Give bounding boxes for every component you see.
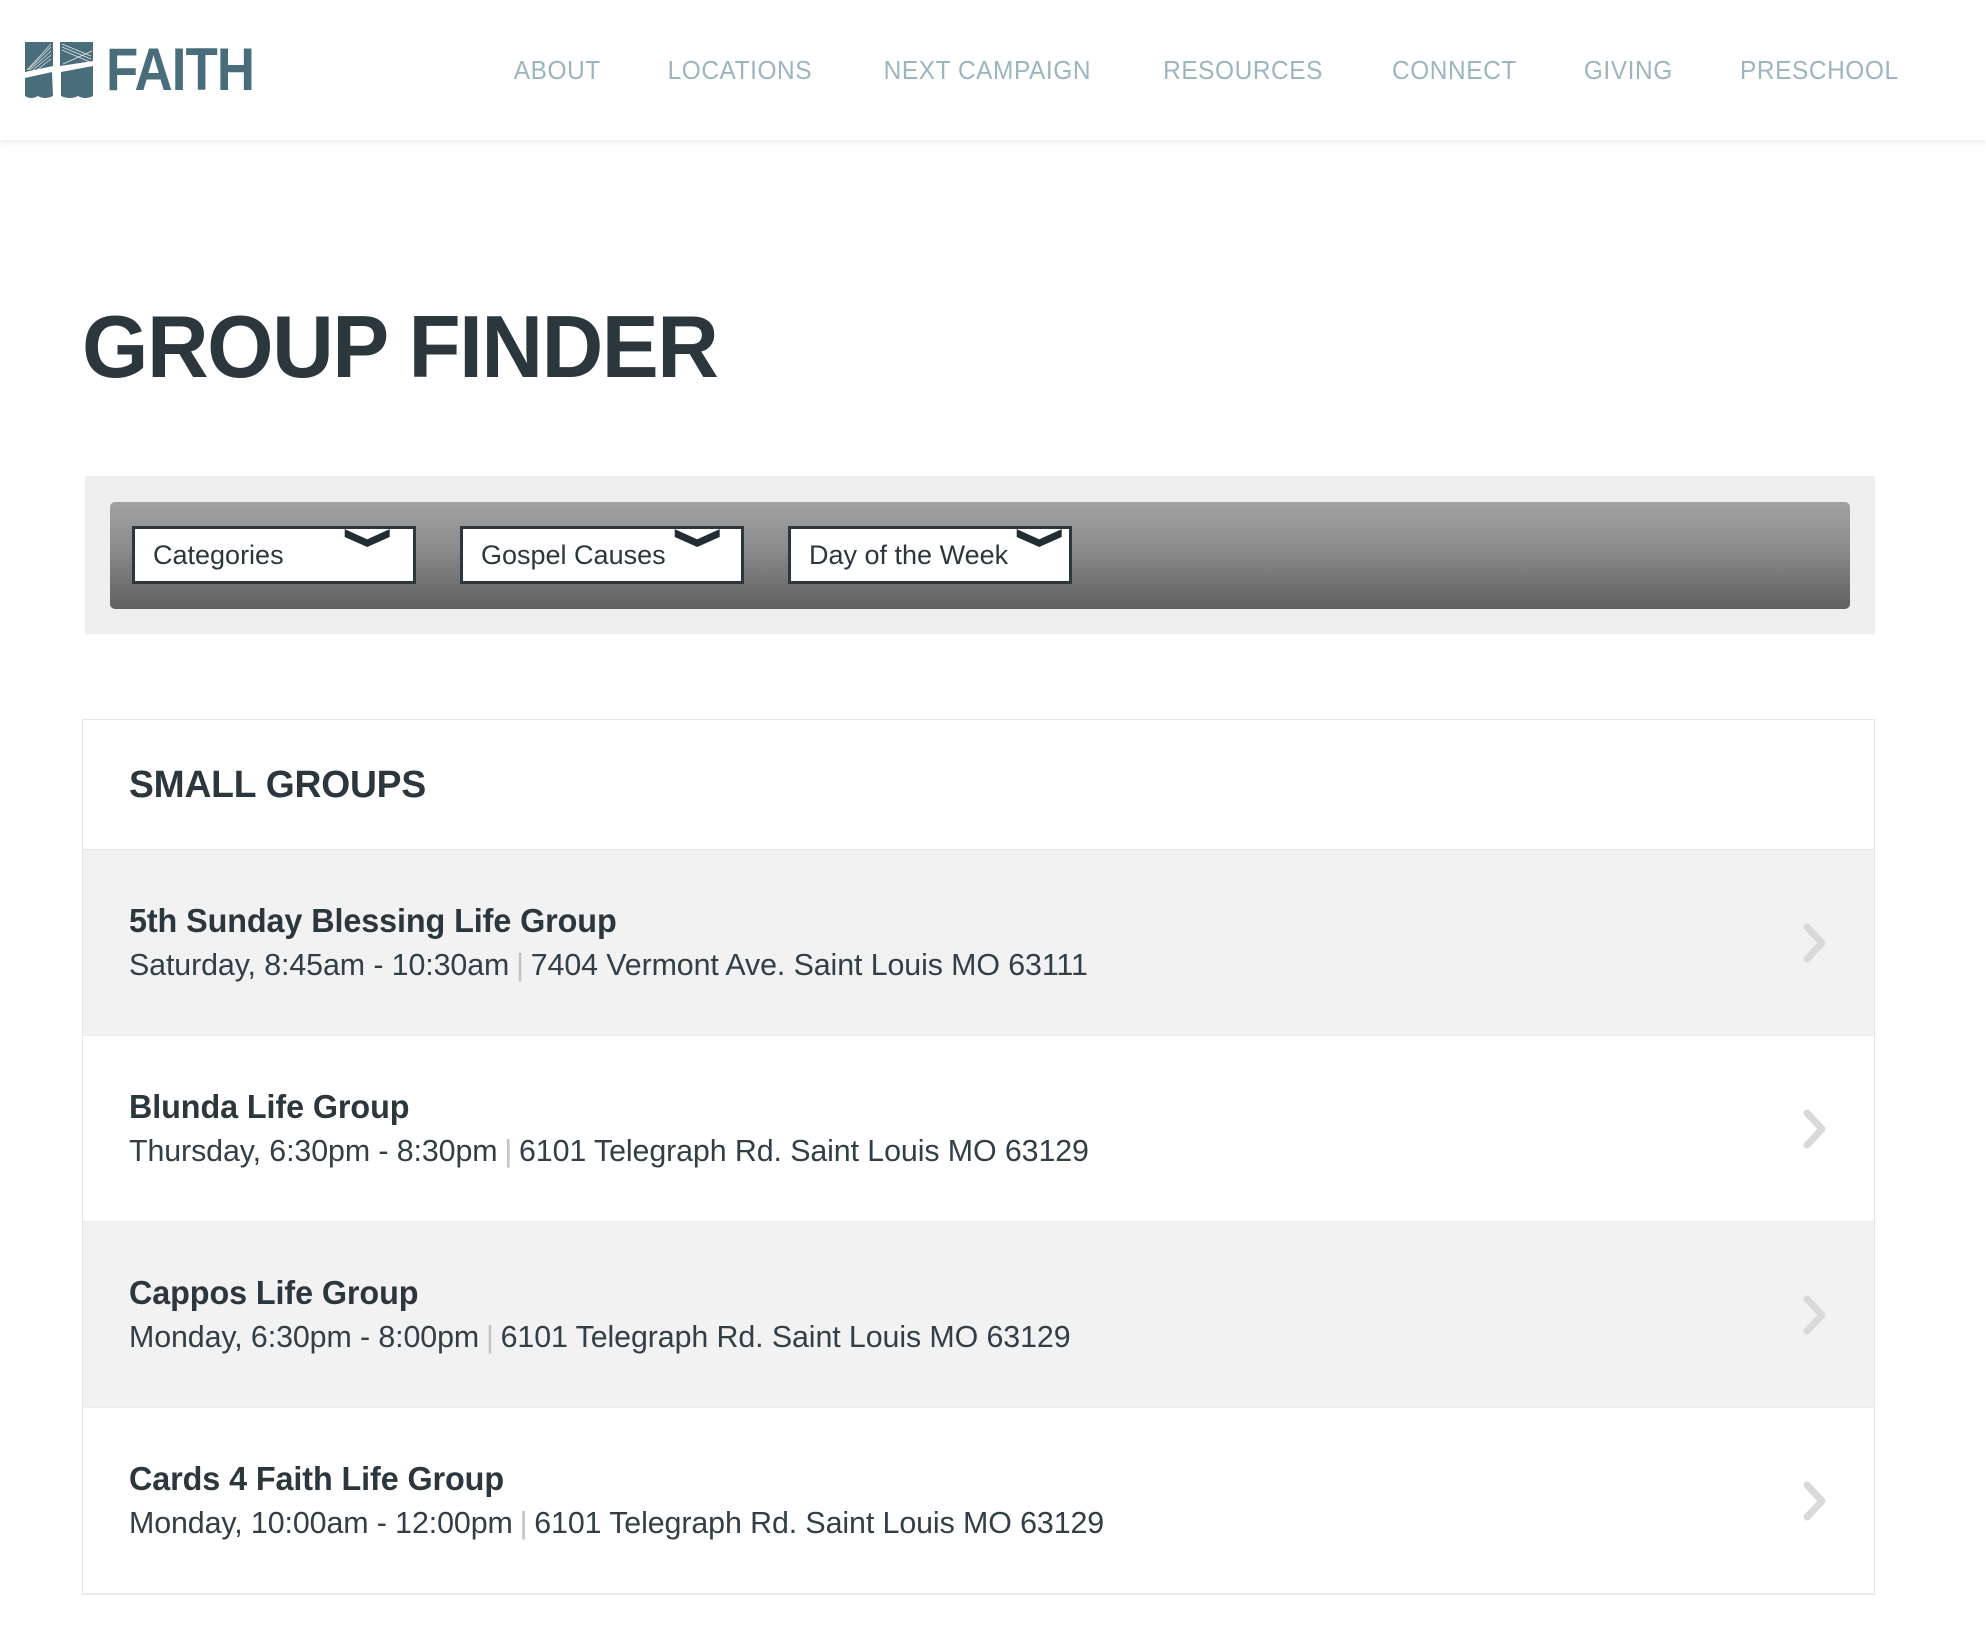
main-navigation: ABOUT LOCATIONS NEXT CAMPAIGN RESOURCES … [481,47,1934,94]
nav-link-giving[interactable]: GIVING [1555,47,1700,94]
table-row[interactable]: Blunda Life Group Thursday, 6:30pm - 8:3… [83,1036,1874,1222]
group-schedule: Saturday, 8:45am - 10:30am [129,947,510,983]
nav-link-next-campaign[interactable]: NEXT CAMPAIGN [856,47,1120,94]
group-address: 7404 Vermont Ave. Saint Louis MO 63111 [530,947,1088,983]
filter-panel: Categories ❮ Gospel Causes ❮ Day of the … [85,476,1875,634]
group-schedule: Monday, 10:00am - 12:00pm [129,1505,513,1541]
filter-bar: Categories ❮ Gospel Causes ❮ Day of the … [110,501,1850,609]
nav-link-about[interactable]: ABOUT [485,47,628,94]
chevron-down-icon: ❮ [1013,525,1061,551]
categories-select-label: Categories [153,539,284,570]
day-of-week-select[interactable]: Day of the Week ❮ [788,525,1072,584]
meta-separator: | [519,1505,528,1541]
page-title: GROUP FINDER [82,297,719,396]
group-name: Cards 4 Faith Life Group [129,1460,505,1497]
group-address: 6101 Telegraph Rd. Saint Louis MO 63129 [534,1505,1105,1541]
group-address: 6101 Telegraph Rd. Saint Louis MO 63129 [500,1319,1071,1355]
table-row[interactable]: 5th Sunday Blessing Life Group Saturday,… [83,850,1874,1036]
chevron-right-icon [1803,1109,1826,1148]
site-header: FAITH ABOUT LOCATIONS NEXT CAMPAIGN RESO… [0,0,1986,140]
group-meta: Thursday, 6:30pm - 8:30pm | 6101 Telegraph… [129,1132,1751,1171]
chevron-right-icon [1803,1295,1826,1334]
chevron-down-icon: ❮ [340,525,389,551]
gospel-causes-select[interactable]: Gospel Causes ❮ [460,525,744,584]
table-row[interactable]: Cards 4 Faith Life Group Monday, 10:00am… [83,1408,1874,1594]
group-name: Blunda Life Group [129,1088,410,1125]
group-schedule: Monday, 6:30pm - 8:00pm [129,1319,480,1355]
group-meta: Monday, 6:30pm - 8:00pm | 6101 Telegraph R… [129,1318,1751,1357]
page-content: GROUP FINDER Categories ❮ Gospel Causes … [0,303,1986,1595]
group-meta: Saturday, 8:45am - 10:30am | 7404 Vermont … [129,946,1751,985]
results-card: SMALL GROUPS 5th Sunday Blessing Life Gr… [82,719,1875,1595]
results-heading: SMALL GROUPS [129,763,426,806]
group-meta: Monday, 10:00am - 12:00pm | 6101 Telegraph… [129,1504,1751,1543]
meta-separator: | [485,1319,494,1355]
group-address: 6101 Telegraph Rd. Saint Louis MO 63129 [518,1133,1089,1169]
table-row[interactable]: Cappos Life Group Monday, 6:30pm - 8:00p… [83,1222,1874,1408]
group-name: 5th Sunday Blessing Life Group [129,902,617,939]
chevron-right-icon [1803,923,1826,962]
group-name: Cappos Life Group [129,1274,419,1311]
chevron-right-icon [1803,1481,1826,1520]
categories-select[interactable]: Categories ❮ [132,525,416,584]
results-header: SMALL GROUPS [83,720,1874,850]
gospel-causes-select-label: Gospel Causes [481,539,666,570]
faith-cross-logo-icon [22,39,96,101]
brand-logo-link[interactable]: FAITH [22,39,274,101]
brand-wordmark: FAITH [106,36,255,103]
chevron-down-icon: ❮ [670,525,719,551]
nav-link-connect[interactable]: CONNECT [1364,47,1545,94]
meta-separator: | [504,1133,513,1169]
meta-separator: | [516,947,524,983]
day-of-week-select-label: Day of the Week [809,539,1009,570]
nav-link-locations[interactable]: LOCATIONS [640,47,841,94]
group-schedule: Thursday, 6:30pm - 8:30pm [129,1133,498,1169]
nav-link-preschool[interactable]: PRESCHOOL [1712,47,1927,94]
nav-link-resources[interactable]: RESOURCES [1135,47,1351,94]
